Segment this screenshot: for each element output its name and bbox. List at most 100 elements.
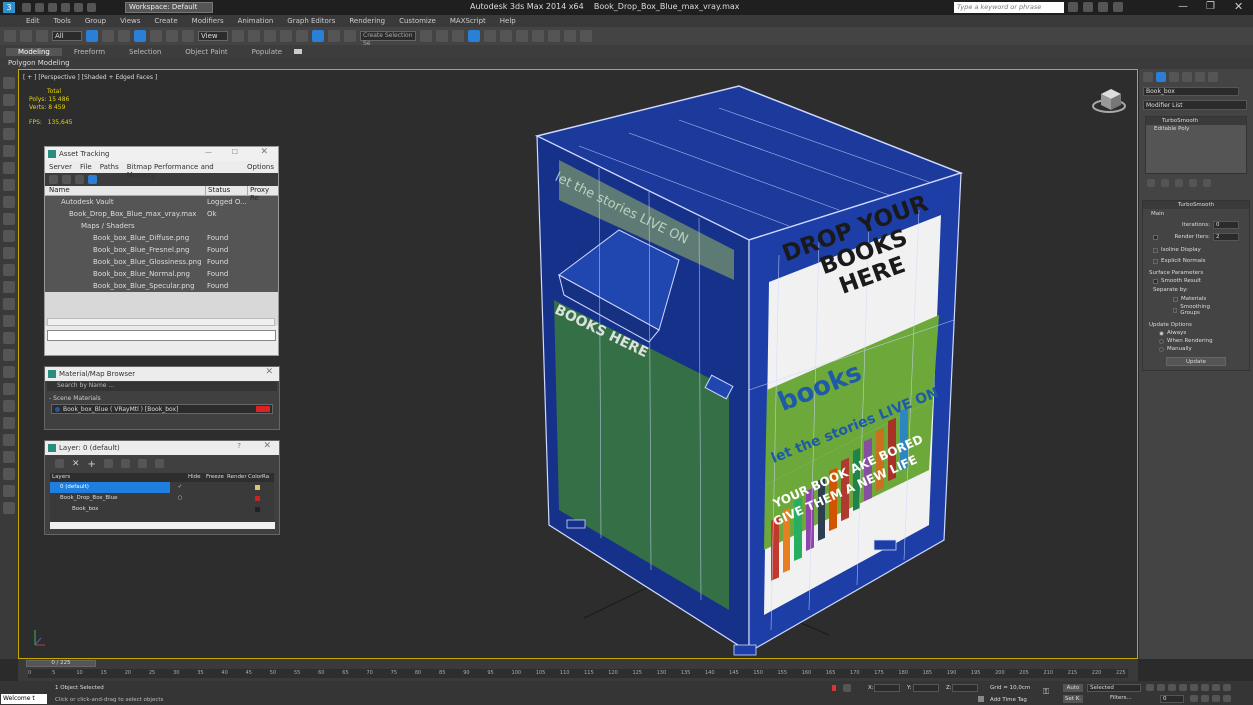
spinner-snap-icon[interactable]	[328, 30, 340, 42]
polygon-modeling-label[interactable]: Polygon Modeling	[8, 59, 70, 67]
create-layer-icon[interactable]	[55, 459, 64, 468]
menu-animation[interactable]: Animation	[238, 17, 274, 25]
add-time-tag-icon[interactable]	[978, 696, 984, 702]
table-row[interactable]: Autodesk Vault Logged O...	[45, 196, 278, 208]
material-browser-header[interactable]: Material/Map Browser ✕	[45, 367, 279, 381]
curve-editor-icon[interactable]	[484, 30, 496, 42]
maxscript-listener[interactable]: Welcome t	[1, 694, 47, 704]
z-field[interactable]	[952, 684, 978, 692]
tab-object-paint[interactable]: Object Paint	[173, 48, 239, 56]
named-selection-dropdown[interactable]: Create Selection Se	[360, 31, 416, 47]
highlight-layer-icon[interactable]	[120, 459, 130, 468]
field-of-view-icon[interactable]	[1190, 695, 1198, 702]
isoline-check[interactable]	[1153, 247, 1158, 253]
minimize-button[interactable]: —	[1178, 1, 1188, 12]
refresh-icon[interactable]	[49, 175, 58, 184]
motion-tab-icon[interactable]	[1182, 72, 1192, 82]
layer-color-swatch[interactable]	[255, 507, 260, 512]
rotate-icon[interactable]	[166, 30, 178, 42]
modify-tab-icon[interactable]	[1156, 72, 1166, 82]
stack-item-editable-poly[interactable]: Editable Poly	[1146, 125, 1246, 133]
table-row[interactable]: Book_box_Blue_Normal.png Found	[45, 268, 278, 280]
layer-color-swatch[interactable]	[255, 485, 260, 490]
smooth-result-check[interactable]	[1153, 278, 1158, 284]
strip-tool-icon[interactable]	[3, 451, 15, 463]
align-icon[interactable]	[436, 30, 448, 42]
strip-tool-icon[interactable]	[3, 349, 15, 361]
col-status[interactable]: Status	[205, 186, 247, 195]
asset-maximize-button[interactable]: ☐	[232, 148, 238, 156]
strip-tool-icon[interactable]	[3, 162, 15, 174]
layer-row[interactable]: 0 (default) ✓	[50, 482, 274, 493]
create-tab-icon[interactable]	[1143, 72, 1153, 82]
key-icon[interactable]: ⚿	[1043, 687, 1049, 697]
strip-tool-icon[interactable]	[3, 502, 15, 514]
asset-menu-options[interactable]: Options	[247, 163, 274, 171]
asset-menu-file[interactable]: File	[80, 163, 92, 171]
strip-tool-icon[interactable]	[3, 128, 15, 140]
explicit-normals-check[interactable]	[1153, 258, 1158, 264]
render-iters-spinner[interactable]: 2	[1213, 233, 1239, 241]
menu-help[interactable]: Help	[500, 17, 516, 25]
asset-menu-paths[interactable]: Paths	[100, 163, 119, 171]
schematic-view-icon[interactable]	[500, 30, 512, 42]
selection-filter-dropdown[interactable]: All	[52, 31, 82, 41]
utilities-tab-icon[interactable]	[1208, 72, 1218, 82]
stack-item-turbosmooth[interactable]: TurboSmooth	[1146, 117, 1246, 125]
new-file-icon[interactable]	[22, 3, 31, 12]
strip-tool-icon[interactable]	[3, 417, 15, 429]
delete-layer-icon[interactable]: ✕	[72, 459, 80, 469]
iterations-spinner[interactable]: 0	[1213, 221, 1239, 229]
list-view-icon[interactable]	[62, 175, 71, 184]
col-radiosity[interactable]: Ra	[262, 473, 272, 482]
table-row[interactable]: Maps / Shaders	[45, 220, 278, 232]
strip-tool-icon[interactable]	[3, 77, 15, 89]
strip-tool-icon[interactable]	[3, 298, 15, 310]
table-row[interactable]: Book_box_Blue_Diffuse.png Found	[45, 232, 278, 244]
freeze-all-icon[interactable]	[154, 459, 164, 468]
tab-populate[interactable]: Populate	[240, 48, 294, 56]
hide-all-icon[interactable]	[137, 459, 147, 468]
menu-views[interactable]: Views	[120, 17, 140, 25]
search-input[interactable]: Type a keyword or phrase	[954, 2, 1064, 13]
tab-selection[interactable]: Selection	[117, 48, 173, 56]
keyboard-shortcut-icon[interactable]	[264, 30, 276, 42]
menu-group[interactable]: Group	[85, 17, 106, 25]
asset-menu-bitmap[interactable]: Bitmap Performance and Memory	[127, 163, 239, 179]
show-end-result-icon[interactable]	[1161, 179, 1169, 187]
favorites-icon[interactable]	[1098, 2, 1108, 12]
strip-tool-icon[interactable]	[3, 332, 15, 344]
layer-color-swatch[interactable]	[255, 496, 260, 501]
strip-tool-icon[interactable]	[3, 366, 15, 378]
layer-row[interactable]: Book_Drop_Box_Blue ○	[50, 493, 274, 504]
go-to-start-icon[interactable]	[1146, 684, 1154, 691]
asset-close-button[interactable]: ✕	[260, 147, 268, 157]
pivot-center-icon[interactable]	[232, 30, 244, 42]
maximize-viewport-icon[interactable]	[1223, 695, 1231, 702]
mirror-icon[interactable]	[420, 30, 432, 42]
select-object-icon[interactable]	[86, 30, 98, 42]
strip-tool-icon[interactable]	[3, 468, 15, 480]
table-row[interactable]: Book_box_Blue_Glossiness.png Found	[45, 256, 278, 268]
binoculars-icon[interactable]	[1068, 2, 1078, 12]
layer-row[interactable]: Book_box	[50, 504, 274, 515]
menu-maxscript[interactable]: MAXScript	[450, 17, 486, 25]
maximize-button[interactable]: ❐	[1206, 1, 1215, 12]
open-file-icon[interactable]	[35, 3, 44, 12]
asset-path-field[interactable]	[47, 330, 276, 341]
menu-create[interactable]: Create	[154, 17, 177, 25]
play-icon[interactable]	[1168, 684, 1176, 691]
rectangle-selection-icon[interactable]	[118, 30, 130, 42]
layer-help-button[interactable]: ?	[237, 442, 241, 450]
remove-modifier-icon[interactable]	[1189, 179, 1197, 187]
graphite-toggle-icon[interactable]	[468, 30, 480, 42]
next-frame-icon[interactable]	[1179, 684, 1187, 691]
asset-menu-server[interactable]: Server	[49, 163, 72, 171]
col-render[interactable]: Render	[227, 473, 248, 482]
table-row[interactable]: Book_box_Blue_Specular.png Found	[45, 280, 278, 292]
tab-freeform[interactable]: Freeform	[62, 48, 117, 56]
add-time-tag[interactable]: Add Time Tag	[990, 697, 1027, 703]
percent-snap-icon[interactable]	[312, 30, 324, 42]
help-icon[interactable]	[1113, 2, 1123, 12]
col-name[interactable]: Name	[45, 186, 205, 195]
